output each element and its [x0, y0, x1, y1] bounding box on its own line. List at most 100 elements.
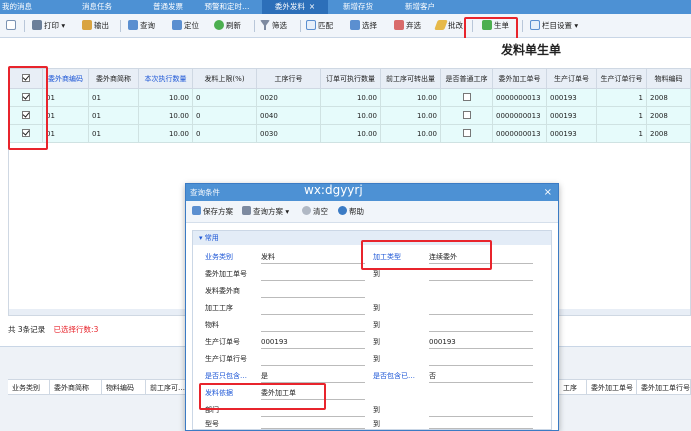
match-button[interactable]: 匹配	[306, 19, 333, 33]
dialog-title-bar[interactable]: 查询条件 wx:dgyyrj ×	[186, 183, 558, 201]
tab-label: 消息任务	[82, 2, 112, 11]
column-header[interactable]: 前工序可转出量	[381, 69, 441, 89]
query-scheme-button[interactable]: 查询方案 ▾	[242, 206, 289, 217]
column-header[interactable]: 订单可执行数量	[321, 69, 381, 89]
production-order-from[interactable]: 000193	[261, 336, 365, 349]
column-header[interactable]: 委外加工单行号	[637, 379, 691, 395]
table-cell: 0000000013	[493, 125, 547, 143]
tab-label: 委外发料	[274, 2, 305, 11]
include-completed-field[interactable]: 否	[429, 370, 533, 383]
column-header[interactable]: 生产订单行号	[597, 69, 647, 89]
export-button[interactable]: 输出	[82, 19, 109, 33]
column-header[interactable]: 工序行号	[257, 69, 321, 89]
match-label: 匹配	[318, 21, 333, 30]
chevron-down-icon[interactable]: ▾	[574, 21, 578, 30]
select-button[interactable]: 选择	[350, 19, 377, 33]
tab-new-customer[interactable]: 新增客户	[398, 0, 442, 14]
toolbar-divider	[522, 20, 523, 32]
table-cell: 000193	[547, 89, 597, 107]
table-cell: 01	[89, 89, 139, 107]
column-settings-button[interactable]: 栏目设置 ▾	[530, 19, 578, 33]
production-line-to[interactable]	[429, 353, 533, 366]
checkbox	[462, 93, 471, 101]
table-cell: 10.00	[381, 89, 441, 107]
close-icon[interactable]: ×	[544, 184, 552, 201]
column-header[interactable]: 前工序可…	[146, 379, 186, 395]
export-icon	[82, 20, 92, 30]
model-from[interactable]	[261, 418, 365, 429]
help-button[interactable]: 帮助	[338, 206, 364, 217]
process-to[interactable]	[429, 302, 533, 315]
column-header[interactable]: 委外加工单号	[493, 69, 547, 89]
table-cell[interactable]: 10.00	[139, 125, 193, 143]
field-label: 是否包含已…	[373, 372, 415, 380]
pencil-icon	[434, 20, 448, 30]
table-cell: 2008	[647, 125, 691, 143]
only-include-field[interactable]: 是	[261, 370, 365, 383]
production-line-from[interactable]	[261, 353, 365, 366]
clear-button[interactable]: 清空	[302, 206, 328, 217]
print-button[interactable]: 打印 ▾	[32, 19, 65, 33]
field-label: 是否只包含…	[205, 372, 247, 380]
column-header[interactable]: 物料编码	[102, 379, 146, 395]
tab-my-messages[interactable]: 我的消息	[0, 0, 34, 14]
export-label: 输出	[94, 21, 109, 30]
table-cell: 2008	[647, 107, 691, 125]
query-button[interactable]: 查询	[128, 19, 155, 33]
department-to[interactable]	[429, 404, 533, 417]
table-cell[interactable]: 10.00	[139, 89, 193, 107]
query-scheme-label: 查询方案	[253, 207, 283, 216]
table-cell: 000193	[547, 125, 597, 143]
column-header[interactable]: 工序	[559, 379, 587, 395]
tab-new-inventory[interactable]: 新增存货	[336, 0, 380, 14]
filter-button[interactable]: 筛选	[260, 19, 287, 33]
production-order-to[interactable]: 000193	[429, 336, 533, 349]
save-scheme-button[interactable]: 保存方案	[192, 206, 233, 217]
close-icon[interactable]: ×	[309, 2, 315, 11]
column-header[interactable]: 物料编码	[647, 69, 691, 89]
table-cell[interactable]: 10.00	[139, 107, 193, 125]
locate-icon	[172, 20, 182, 30]
outsourcing-order-from[interactable]	[261, 268, 365, 281]
save-icon	[192, 206, 201, 215]
column-header[interactable]: 发料上限(%)	[193, 69, 257, 89]
tab-normal-invoice[interactable]: 普通发票	[146, 0, 190, 14]
chevron-down-icon[interactable]: ▾	[285, 207, 289, 216]
material-from[interactable]	[261, 319, 365, 332]
field-label: 型号	[205, 420, 219, 428]
column-header[interactable]: 委外商编码	[43, 69, 89, 89]
model-to[interactable]	[429, 418, 533, 429]
column-header[interactable]: 生产订单号	[547, 69, 597, 89]
tab-message-tasks[interactable]: 消息任务	[76, 0, 118, 14]
toolbar-divider	[120, 20, 121, 32]
column-header[interactable]: 委外加工单号	[587, 379, 637, 395]
range-to-label: 到	[373, 338, 380, 346]
column-header[interactable]: 业务类别	[8, 379, 50, 395]
toolbar-divider	[254, 20, 255, 32]
toolbar: 打印 ▾ 输出 查询 定位 刷新 筛选 匹配 选择 弃选 批改 生单 栏目设置 …	[0, 14, 691, 38]
table-cell: 0	[193, 107, 257, 125]
material-to[interactable]	[429, 319, 533, 332]
tab-alerts[interactable]: 预警和定时…	[196, 0, 258, 14]
column-header[interactable]: 委外商简称	[89, 69, 139, 89]
column-header[interactable]: 本次执行数量	[139, 69, 193, 89]
page-title: 发料单生单	[500, 43, 561, 57]
checkbox	[462, 111, 471, 119]
range-to-label: 到	[373, 420, 380, 428]
table-cell: 10.00	[381, 125, 441, 143]
expand-icon[interactable]	[6, 19, 18, 33]
column-header[interactable]: 是否普通工序	[441, 69, 493, 89]
deselect-button[interactable]: 弃选	[394, 19, 421, 33]
table-cell: 10.00	[321, 107, 381, 125]
tab-outsourcing-issue[interactable]: 委外发料 ×	[262, 0, 328, 14]
refresh-button[interactable]: 刷新	[214, 19, 241, 33]
business-type-field[interactable]: 发料	[261, 251, 365, 264]
process-from[interactable]	[261, 302, 365, 315]
table-cell: 0020	[257, 89, 321, 107]
table-cell: 1	[597, 89, 647, 107]
column-header[interactable]: 委外商简称	[50, 379, 102, 395]
batch-change-button[interactable]: 批改	[434, 19, 463, 33]
chevron-down-icon[interactable]: ▾	[61, 21, 65, 30]
locate-button[interactable]: 定位	[172, 19, 199, 33]
issue-supplier-field[interactable]	[261, 285, 365, 298]
